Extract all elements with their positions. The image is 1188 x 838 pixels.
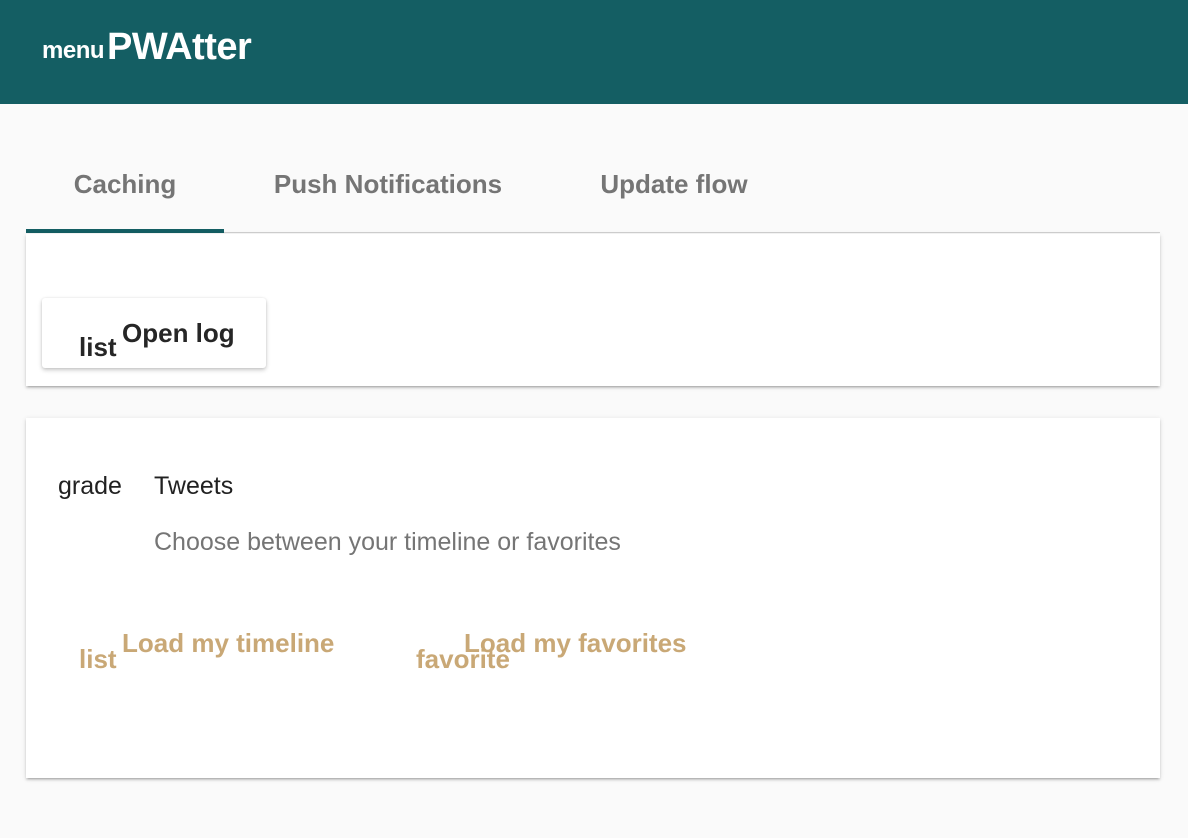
tab-bar: Caching Push Notifications Update flow — [26, 140, 1160, 233]
load-timeline-label: Load my timeline — [122, 628, 335, 658]
load-timeline-button[interactable]: list Load my timeline — [62, 616, 362, 674]
tab-update-flow[interactable]: Update flow — [552, 140, 796, 232]
list-icon: list — [79, 644, 117, 674]
tab-push-notifications[interactable]: Push Notifications — [224, 140, 552, 232]
open-log-label: Open log — [122, 318, 235, 348]
load-favorites-button[interactable]: favorite Load my favorites — [404, 616, 724, 674]
log-card: list Open log — [26, 234, 1160, 386]
menu-icon[interactable]: menu — [42, 37, 105, 65]
list-icon: list — [79, 332, 117, 362]
open-log-button[interactable]: list Open log — [42, 298, 266, 368]
tweets-card: grade Tweets Choose between your timelin… — [26, 418, 1160, 778]
card-subtitle: Choose between your timeline or favorite… — [154, 528, 621, 556]
grade-icon: grade — [58, 472, 122, 500]
app-title: PWAtter — [107, 26, 252, 68]
tab-caching[interactable]: Caching — [26, 140, 224, 232]
card-title: Tweets — [154, 472, 234, 500]
app-toolbar: menu PWAtter — [0, 0, 1188, 104]
active-tab-indicator — [26, 229, 224, 233]
load-favorites-label: Load my favorites — [464, 628, 687, 658]
